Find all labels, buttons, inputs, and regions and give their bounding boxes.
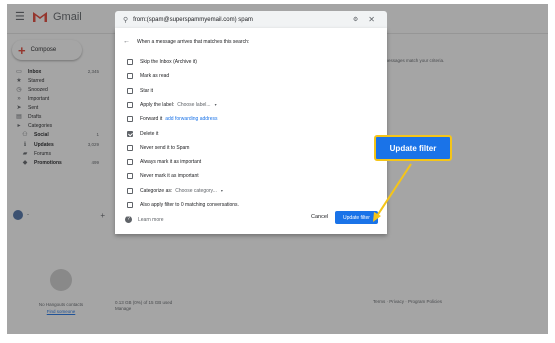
filter-panel: ← When a message arrives that matches th… — [115, 28, 387, 234]
panel-heading-text: When a message arrives that matches this… — [137, 38, 250, 45]
choose-dropdown[interactable]: Choose category... — [175, 188, 217, 194]
checkbox[interactable] — [127, 173, 133, 180]
back-arrow-icon[interactable]: ← — [123, 38, 130, 45]
checkbox[interactable] — [127, 130, 133, 137]
checkbox[interactable] — [127, 159, 133, 166]
cancel-button[interactable]: Cancel — [311, 214, 328, 220]
checkbox[interactable] — [127, 73, 133, 80]
filter-option-label: Also apply filter to 0 matching conversa… — [140, 202, 239, 208]
filter-option[interactable]: Star it — [127, 87, 153, 95]
search-options-icon[interactable]: ⚙ — [353, 16, 358, 23]
filter-option-label: Never send it to Spam — [140, 144, 190, 151]
search-bar[interactable]: ⚲ from:(spam@superspammyemail.com) spam … — [115, 11, 387, 28]
checkbox[interactable] — [127, 59, 133, 65]
search-icon[interactable]: ⚲ — [123, 16, 128, 24]
filter-option[interactable]: Mark as read — [127, 72, 169, 80]
panel-heading: ← When a message arrives that matches th… — [123, 38, 249, 45]
update-filter-callout: Update filter — [374, 135, 452, 161]
checkbox[interactable] — [127, 144, 133, 151]
filter-option-label: Never mark it as important — [140, 173, 199, 180]
checkbox[interactable] — [127, 87, 133, 94]
filter-option-label: Categorize as: — [140, 187, 173, 194]
checkbox[interactable] — [127, 101, 133, 108]
filter-option[interactable]: Delete it — [127, 130, 158, 138]
filter-option-label: Mark as read — [140, 73, 170, 80]
learn-more-link[interactable]: Learn more — [138, 217, 164, 223]
filter-option[interactable]: Never send it to Spam — [127, 144, 189, 152]
filter-option[interactable]: Apply the label: Choose label... ▾ — [127, 101, 217, 109]
filter-option-label: Always mark it as important — [140, 159, 202, 166]
filter-option-label: Skip the Inbox (Archive it) — [140, 59, 197, 65]
close-icon[interactable]: ✕ — [368, 15, 375, 24]
filter-option-label: Delete it — [140, 130, 159, 137]
choose-dropdown[interactable]: Choose label... — [177, 102, 210, 108]
filter-option[interactable]: Also apply filter to 0 matching conversa… — [127, 201, 239, 209]
filter-option-label: Star it — [140, 87, 154, 94]
filter-option[interactable]: Never mark it as important — [127, 172, 199, 180]
chevron-down-icon[interactable]: ▾ — [215, 102, 217, 107]
checkbox[interactable] — [127, 116, 133, 123]
search-input[interactable]: from:(spam@superspammyemail.com) spam — [133, 17, 353, 23]
filter-option[interactable]: Forward it add forwarding address — [127, 115, 218, 123]
checkbox[interactable] — [127, 187, 133, 194]
filter-option[interactable]: Categorize as: Choose category... ▾ — [127, 187, 223, 195]
learn-more[interactable]: ? Learn more — [125, 216, 164, 223]
checkbox[interactable] — [127, 202, 133, 208]
filter-option[interactable]: Always mark it as important — [127, 158, 201, 166]
add-forwarding-address-link[interactable]: add forwarding address — [165, 116, 217, 122]
chevron-down-icon[interactable]: ▾ — [221, 188, 223, 193]
filter-option[interactable]: Skip the Inbox (Archive it) — [127, 58, 197, 66]
filter-option-label: Forward it — [140, 116, 163, 123]
help-icon: ? — [125, 216, 132, 223]
gmail-window: ☰ Gmail + Compose ▭ Inbox 2,345 ★ Starred ◷ Sn… — [7, 4, 548, 334]
filter-option-label: Apply the label: — [140, 101, 175, 108]
update-filter-button[interactable]: Update filter — [335, 211, 378, 224]
